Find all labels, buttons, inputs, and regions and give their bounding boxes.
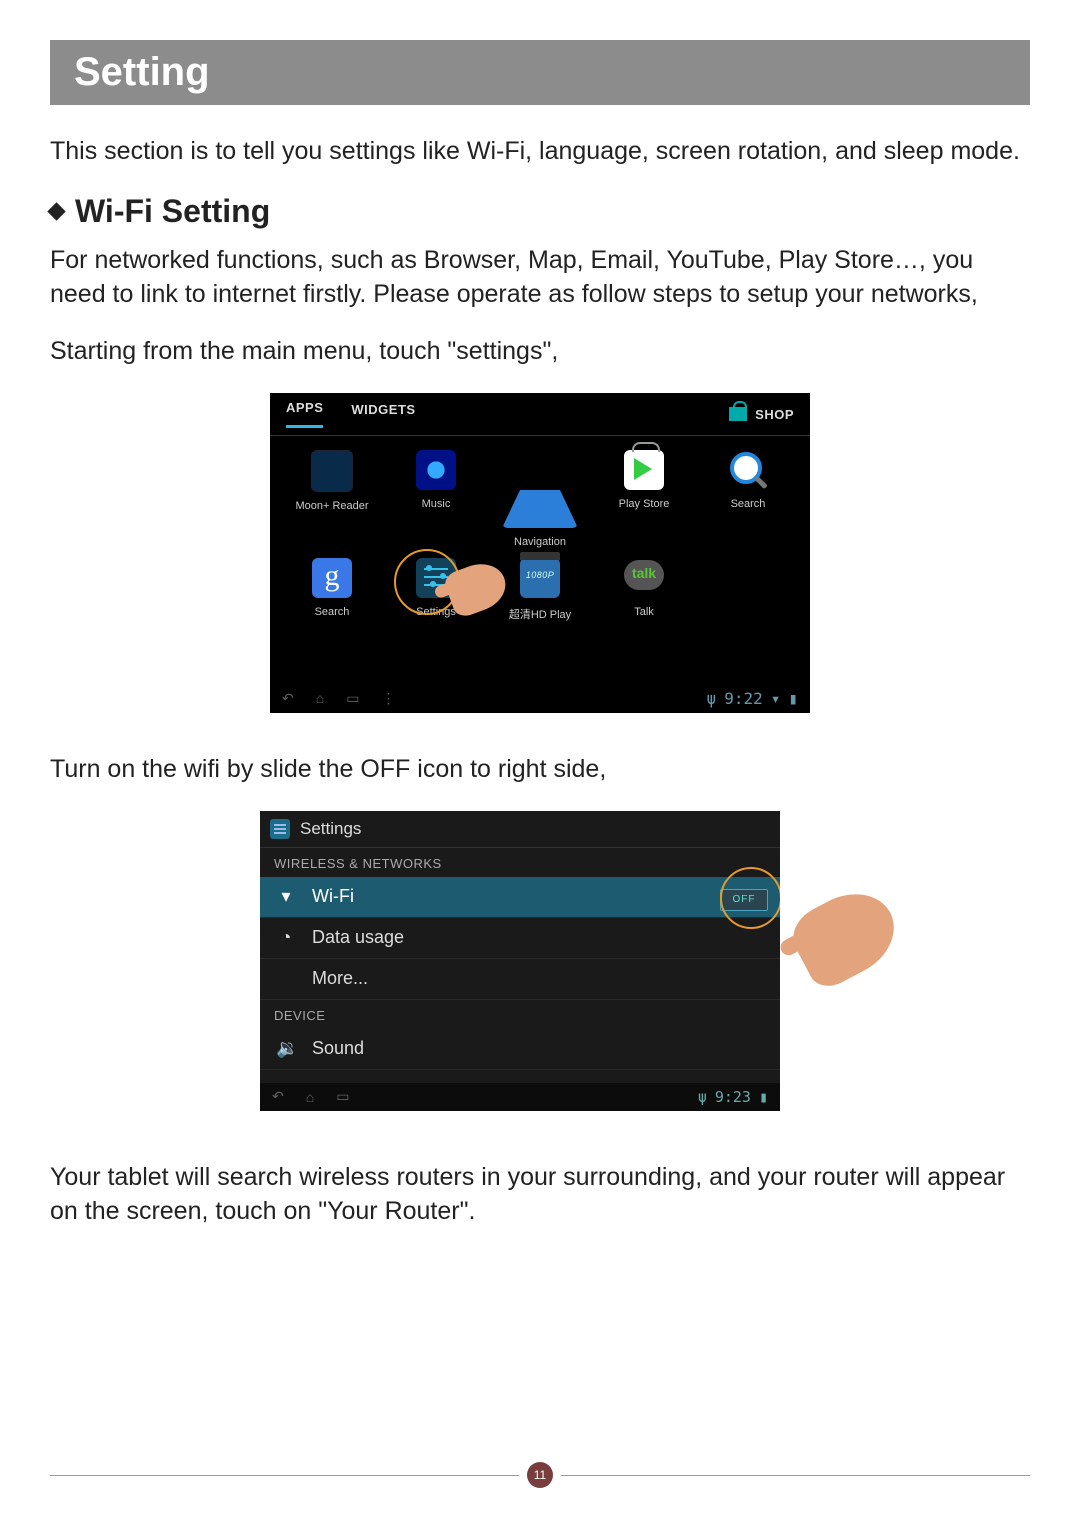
system-nav-bar: ↶ ⌂ ▭ ⋮ ψ 9:22 ▾ ▮ — [270, 683, 810, 713]
home-icon[interactable]: ⌂ — [316, 690, 324, 706]
app-label: 超清HD Play — [509, 606, 571, 622]
search-icon — [728, 450, 768, 490]
app-moon-reader[interactable]: Moon+ Reader — [280, 450, 384, 548]
section-title: Setting — [50, 40, 1030, 105]
app-label: Moon+ Reader — [295, 500, 368, 512]
app-play-store[interactable]: Play Store — [592, 450, 696, 548]
music-icon — [416, 450, 456, 490]
google-icon: g — [312, 558, 352, 598]
tab-shop[interactable]: SHOP — [755, 407, 794, 422]
bullet-diamond-icon — [47, 202, 65, 220]
navigation-icon — [502, 450, 578, 528]
intro-paragraph: This section is to tell you settings lik… — [50, 135, 1030, 169]
shop-bag-icon — [729, 407, 747, 421]
status-time: 9:23 — [715, 1088, 751, 1106]
category-device: DEVICE — [260, 1000, 780, 1029]
screenshot-app-drawer: APPS WIDGETS SHOP Moon+ Reader Music Nav… — [270, 393, 810, 713]
screenshot-settings-list: Settings WIRELESS & NETWORKS ▾ Wi-Fi ◔ D… — [260, 811, 780, 1111]
status-time: 9:22 — [724, 689, 763, 708]
home-icon[interactable]: ⌂ — [306, 1089, 314, 1105]
tab-apps[interactable]: APPS — [286, 400, 323, 428]
app-talk[interactable]: Talk — [592, 558, 696, 622]
app-label: Music — [422, 498, 451, 510]
moon-reader-icon — [311, 450, 353, 492]
page-footer: 11 — [50, 1462, 1030, 1488]
highlight-circle-icon — [720, 867, 780, 929]
system-nav-bar: ↶ ⌂ ▭ ψ 9:23 ▮ — [260, 1083, 780, 1111]
pointing-hand-icon — [784, 878, 909, 994]
app-label: Search — [315, 606, 350, 618]
app-google-search[interactable]: g Search — [280, 558, 384, 622]
page-number-badge: 11 — [527, 1462, 553, 1488]
paragraph-4: Your tablet will search wireless routers… — [50, 1161, 1030, 1229]
row-sound[interactable]: 🔉 Sound — [260, 1029, 780, 1070]
settings-header-icon — [270, 819, 290, 839]
tab-widgets[interactable]: WIDGETS — [351, 402, 415, 427]
hd-play-icon — [520, 558, 560, 598]
talk-icon — [624, 558, 664, 598]
row-sound-label: Sound — [312, 1038, 364, 1059]
sound-icon: 🔉 — [276, 1038, 296, 1059]
wifi-status-icon: ▾ — [771, 689, 781, 708]
row-wifi[interactable]: ▾ Wi-Fi — [260, 877, 780, 918]
subsection-heading: Wi-Fi Setting — [50, 193, 1030, 230]
app-label: Search — [731, 498, 766, 510]
back-icon[interactable]: ↶ — [272, 1088, 284, 1105]
paragraph-2: Starting from the main menu, touch "sett… — [50, 335, 1030, 369]
row-data-usage[interactable]: ◔ Data usage — [260, 918, 780, 959]
app-label: Talk — [634, 606, 654, 618]
row-data-label: Data usage — [312, 927, 404, 948]
battery-icon: ▮ — [788, 689, 798, 708]
menu-dots-icon[interactable]: ⋮ — [381, 690, 395, 707]
subsection-heading-text: Wi-Fi Setting — [75, 193, 270, 229]
paragraph-3: Turn on the wifi by slide the OFF icon t… — [50, 753, 1030, 787]
settings-header-title: Settings — [300, 819, 361, 839]
category-wireless: WIRELESS & NETWORKS — [260, 848, 780, 877]
footer-rule — [561, 1475, 1030, 1476]
app-music[interactable]: Music — [384, 450, 488, 548]
back-icon[interactable]: ↶ — [282, 690, 294, 707]
usb-icon: ψ — [698, 1088, 707, 1106]
row-wifi-label: Wi-Fi — [312, 886, 354, 907]
settings-header: Settings — [260, 811, 780, 848]
drawer-tab-bar: APPS WIDGETS SHOP — [270, 393, 810, 436]
wifi-icon: ▾ — [276, 886, 296, 907]
recents-icon[interactable]: ▭ — [336, 1088, 349, 1105]
battery-icon: ▮ — [759, 1088, 768, 1106]
app-label: Play Store — [619, 498, 670, 510]
play-store-icon — [624, 450, 664, 490]
row-more-label: More... — [312, 968, 368, 989]
recents-icon[interactable]: ▭ — [346, 690, 359, 707]
usb-icon: ψ — [707, 689, 717, 708]
data-usage-icon: ◔ — [276, 927, 296, 948]
app-label: Navigation — [514, 536, 566, 548]
paragraph-1: For networked functions, such as Browser… — [50, 244, 1030, 312]
app-navigation[interactable]: Navigation — [488, 450, 592, 548]
footer-rule — [50, 1475, 519, 1476]
row-more[interactable]: More... — [260, 959, 780, 1000]
app-search-magnifier[interactable]: Search — [696, 450, 800, 548]
